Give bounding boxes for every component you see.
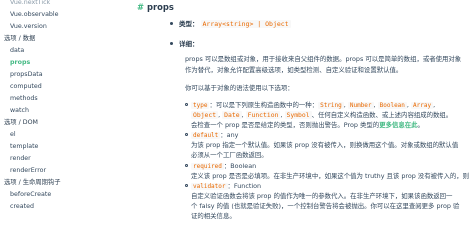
option-validator-line-4: 证的相关信息。: [191, 212, 236, 220]
prop-types-more-info-link[interactable]: 更多信息在此: [379, 121, 417, 129]
bullet-icon: [170, 42, 173, 45]
bullet-icon: [185, 164, 188, 167]
sidebar-item-propsdata[interactable]: propsData: [10, 69, 43, 81]
type-label: 类型：: [179, 20, 199, 28]
option-required-suffix: ：Boolean: [223, 162, 257, 170]
type-code-boolean: Boolean: [377, 102, 407, 109]
option-default-suffix: ：any: [220, 131, 239, 139]
doc-content: # props 类型： Array<string> | Object 详细： pro…: [132, 0, 474, 223]
type-code-symbol: Symbol: [284, 111, 312, 119]
sidebar-item-watch[interactable]: watch: [10, 105, 29, 117]
sidebar-item-vue-version[interactable]: Vue.version: [10, 21, 47, 33]
option-type-line-3-pre: 会检查一个 prop 是否是给定的类型，否则抛出警告。Prop 类型的: [191, 121, 380, 129]
bullet-icon: [185, 133, 188, 136]
sidebar-item-methods[interactable]: methods: [10, 93, 38, 105]
type-code-number: Number: [347, 102, 374, 109]
sidebar-section-options-lifecycle[interactable]: 选项 / 生命周期钩子: [4, 177, 61, 189]
page-title-text: props: [147, 2, 174, 12]
sidebar-item-beforecreate[interactable]: beforeCreate: [10, 189, 51, 201]
type-row: 类型： Array<string> | Object: [170, 18, 291, 30]
bullet-icon: [185, 103, 188, 106]
type-code-array: Array: [411, 102, 434, 109]
option-validator-suffix: ：Function: [227, 182, 262, 190]
options-intro: 你可以基于对象的语法使用以下选项：: [185, 84, 294, 92]
sidebar-item-vue-observable[interactable]: Vue.observable: [10, 9, 59, 21]
anchor-hash-link[interactable]: #: [137, 2, 144, 12]
sidebar-item-computed[interactable]: computed: [10, 81, 42, 93]
option-required-code: required: [191, 163, 224, 170]
sidebar-item-data[interactable]: data: [10, 45, 24, 57]
sidebar-item-rendererror[interactable]: renderError: [10, 165, 46, 177]
description-line-1: props 可以是数组或对象，用于接收来自父组件的数据。props 可以是简单的…: [185, 55, 462, 63]
option-type-line-3-post: 。: [417, 121, 424, 129]
type-code-string: String: [318, 102, 344, 109]
option-type-code: type: [191, 102, 210, 109]
type-code-function: Function: [245, 111, 281, 119]
sidebar-section-options-dom[interactable]: 选项 / DOM: [4, 117, 38, 129]
sidebar-item-el[interactable]: el: [10, 129, 16, 141]
detail-row: 详细：: [170, 38, 199, 50]
option-validator-code: validator: [191, 183, 228, 190]
type-value: Array<string> | Object: [200, 20, 291, 28]
sidebar-item-vue-nexttick[interactable]: Vue.nextTick: [10, 0, 50, 9]
bullet-icon: [185, 184, 188, 187]
page-title: # props: [137, 1, 174, 13]
option-type-text: ：可以是下列原生构造函数中的一种：: [209, 101, 319, 109]
bullet-icon: [170, 22, 173, 25]
description-line-2: 作为替代，对象允许配置高级选项，如类型检测、自定义验证和设置默认值。: [185, 66, 403, 74]
option-default-code: default: [191, 132, 221, 139]
sidebar-section-options-data[interactable]: 选项 / 数据: [4, 33, 35, 45]
sidebar-item-render[interactable]: render: [10, 153, 31, 165]
sidebar-item-props[interactable]: props: [10, 57, 30, 69]
detail-label: 详细：: [179, 40, 199, 48]
sidebar-nav: Vue.nextTick Vue.observable Vue.version …: [0, 0, 132, 223]
type-code-date: Date: [222, 111, 242, 119]
option-default-line-3: 必须从一个工厂函数返回。: [191, 151, 268, 159]
type-code-object: Object: [191, 111, 219, 119]
sidebar-item-created[interactable]: created: [10, 201, 34, 213]
sidebar-item-template[interactable]: template: [10, 141, 38, 153]
option-type-line-2-text: 、任何自定义构造函数、或上述内容组成的数组。: [311, 111, 453, 119]
